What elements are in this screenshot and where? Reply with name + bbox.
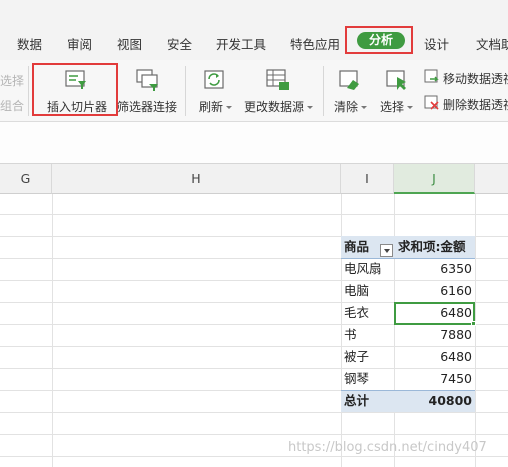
pivot-value[interactable]: 6480 (394, 346, 472, 368)
select-icon (386, 70, 406, 90)
tab-view[interactable]: 视图 (117, 34, 142, 53)
fill-handle[interactable] (471, 321, 476, 326)
tab-design[interactable]: 设计 (424, 34, 449, 53)
grid-line (0, 456, 508, 457)
change-data-source-button[interactable]: 更改数据源 (244, 98, 314, 115)
delete-pivot-icon (424, 95, 439, 110)
refresh-label: 刷新 (199, 100, 224, 114)
formula-bar[interactable] (0, 122, 508, 164)
column-header-h[interactable]: H (52, 164, 341, 194)
filter-connection-button[interactable]: 筛选器连接 (117, 98, 177, 115)
grid-line (0, 214, 508, 215)
chevron-down-icon (407, 106, 414, 109)
ribbon-separator (28, 66, 29, 116)
change-source-icon (266, 69, 289, 90)
tab-developer[interactable]: 开发工具 (216, 34, 266, 53)
chevron-down-icon (226, 106, 233, 109)
pivot-row-field-label: 商品 (344, 239, 370, 254)
column-header-k[interactable] (475, 164, 508, 194)
clear-button[interactable]: 清除 (334, 98, 368, 115)
move-pivot-icon (424, 69, 439, 83)
pivot-item[interactable]: 电风扇 (344, 258, 382, 280)
filter-dropdown-icon[interactable] (380, 244, 393, 257)
tab-special-apps[interactable]: 特色应用 (290, 34, 340, 53)
pivot-value[interactable]: 6160 (394, 280, 472, 302)
pivot-value-field-label: 求和项:金额 (398, 239, 466, 254)
pivot-value[interactable]: 7450 (394, 368, 472, 390)
pivot-item[interactable]: 钢琴 (344, 368, 369, 390)
pivot-item[interactable]: 电脑 (344, 280, 369, 302)
tab-analyze[interactable]: 分析 (357, 32, 405, 49)
group-partial-label[interactable]: 组合 (0, 97, 24, 114)
column-header-i[interactable]: I (341, 164, 394, 194)
spreadsheet-grid: G H I J 商品 求和项:金额 电风扇 6350 电脑 6160 毛衣 64… (0, 164, 508, 467)
pivot-value[interactable]: 6350 (394, 258, 472, 280)
eraser-icon (339, 70, 359, 90)
grid-line (52, 194, 53, 467)
pivot-item[interactable]: 毛衣 (344, 302, 369, 324)
insert-slicer-button[interactable]: 插入切片器 (47, 98, 107, 115)
delete-pivot-button[interactable]: 删除数据透视 (443, 96, 508, 113)
pivot-item[interactable]: 被子 (344, 346, 369, 368)
chevron-down-icon (361, 106, 368, 109)
column-header-j[interactable]: J (394, 164, 475, 194)
pivot-value[interactable]: 7880 (394, 324, 472, 346)
tab-doc-assistant[interactable]: 文档助 (476, 34, 508, 53)
active-cell-cursor (394, 302, 475, 325)
ribbon-tab-bar: 数据 审阅 视图 安全 开发工具 特色应用 分析 设计 文档助 (0, 0, 508, 60)
refresh-icon (204, 70, 224, 89)
grid-line (0, 434, 508, 435)
watermark: https://blog.csdn.net/cindy407 (288, 440, 487, 455)
filter-connection-icon (136, 69, 158, 91)
grid-line (475, 194, 476, 467)
column-header-g[interactable]: G (0, 164, 52, 194)
tab-security[interactable]: 安全 (167, 34, 192, 53)
change-source-label: 更改数据源 (244, 100, 305, 114)
select-label: 选择 (380, 100, 405, 114)
grid-line (341, 194, 342, 467)
tab-data[interactable]: 数据 (17, 34, 42, 53)
slicer-icon (65, 70, 86, 89)
move-pivot-button[interactable]: 移动数据透视 (443, 70, 508, 87)
refresh-button[interactable]: 刷新 (199, 98, 233, 115)
pivot-item[interactable]: 书 (344, 324, 357, 346)
pivot-total-value[interactable]: 40800 (394, 390, 473, 412)
tab-review[interactable]: 审阅 (67, 34, 92, 53)
clear-label: 清除 (334, 100, 359, 114)
grid-line (0, 412, 508, 413)
chevron-down-icon (307, 106, 314, 109)
ribbon-separator (323, 66, 324, 116)
select-button[interactable]: 选择 (380, 98, 414, 115)
select-partial-label[interactable]: 选择 (0, 72, 24, 89)
ribbon-separator (185, 66, 186, 116)
pivot-total-label[interactable]: 总计 (344, 390, 369, 412)
